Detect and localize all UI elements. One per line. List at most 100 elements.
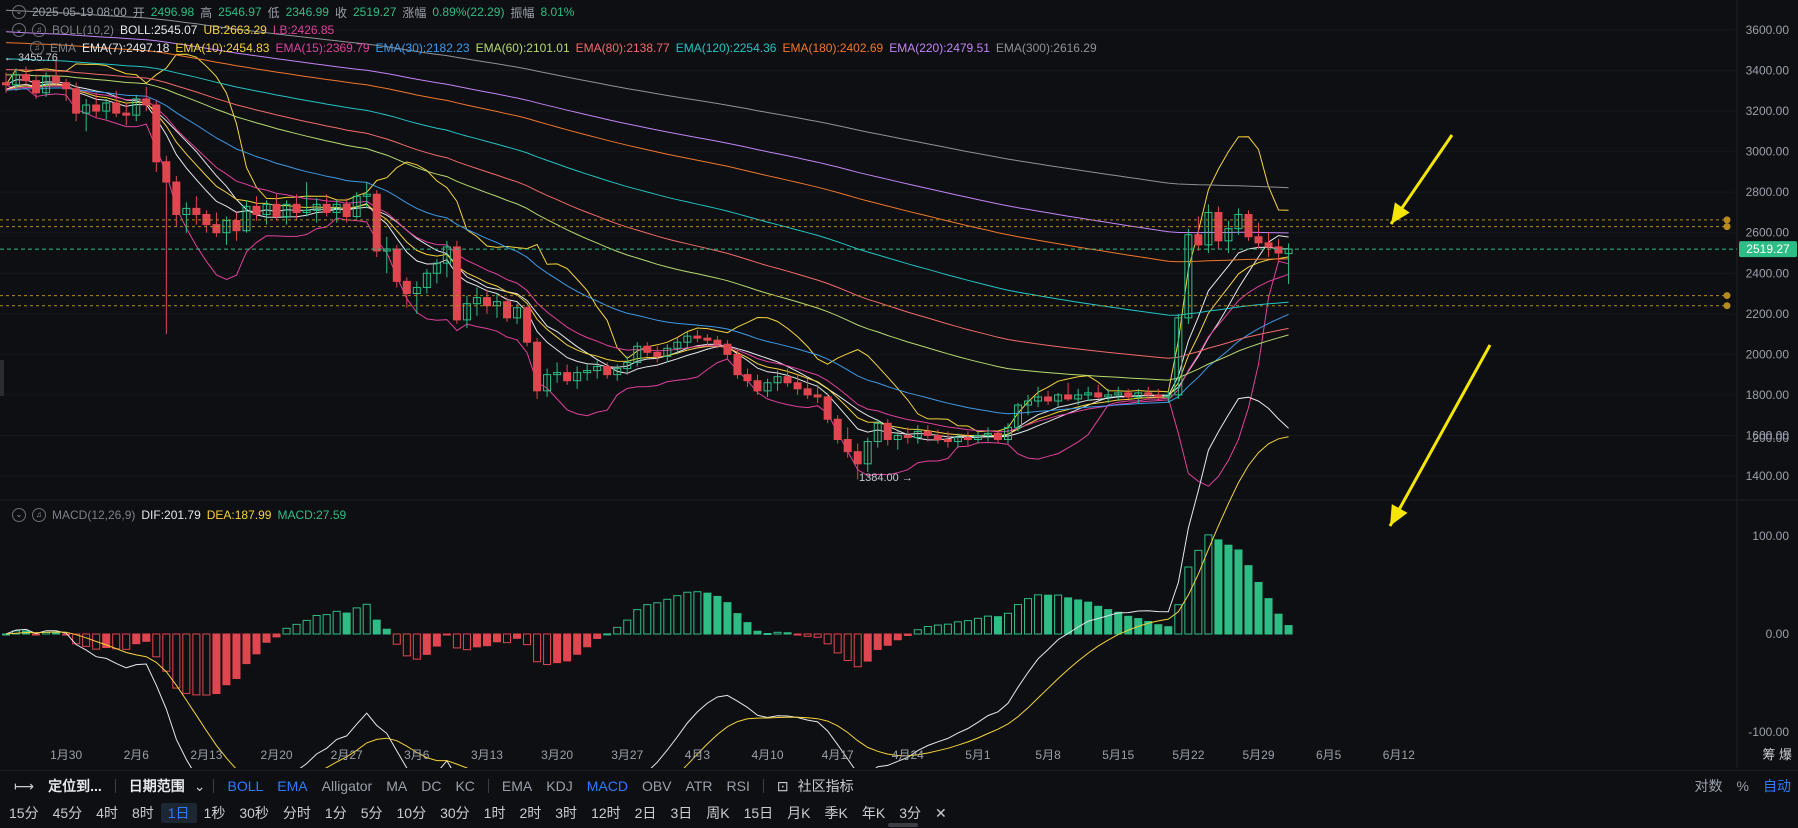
interval-button[interactable]: 月K [780,803,817,823]
macd-histogram-bar [763,633,772,636]
indicator-kc[interactable]: KC [448,778,481,794]
price-tick-label: 2600.00 [1746,226,1790,240]
interval-button[interactable]: 45分 [46,803,90,823]
macd-histogram-bar [262,633,271,643]
interval-button[interactable]: 5分 [354,803,390,823]
interval-button[interactable]: 周K [699,803,736,823]
sub-indicator-rsi[interactable]: RSI [720,778,757,794]
interval-button[interactable]: 1时 [477,803,513,823]
candle-body [813,394,822,398]
ema-legend-item: EMA(15):2369.79 [275,41,370,55]
close-icon[interactable]: ✕ [928,805,954,822]
macd-name[interactable]: MACD(12,26,9) [52,508,135,522]
left-drag-handle[interactable] [0,360,4,396]
bell-icon[interactable]: ♫ [30,41,44,55]
macd-histogram-bar [683,591,692,635]
macd-histogram-bar [733,613,742,635]
interval-button[interactable]: 30分 [433,803,477,823]
interval-button[interactable]: 3分 [892,803,928,823]
interval-button[interactable]: 1日 [160,803,197,823]
interval-button[interactable]: 4时 [89,803,125,823]
macd-histogram-bar [1244,565,1253,635]
macd-histogram-bar [1284,625,1293,635]
candle-body [342,203,351,218]
indicator-ma[interactable]: MA [379,778,414,794]
interval-button[interactable]: 15日 [737,803,781,823]
chevron-down-icon[interactable]: ⌄ [12,23,26,37]
macd-histogram-bar [553,633,562,664]
scale-option[interactable]: 对数 [1688,776,1730,796]
macd-histogram-bar [1184,566,1193,635]
indicator-dc[interactable]: DC [414,778,448,794]
interval-button[interactable]: 3时 [548,803,584,823]
candle-body [693,335,702,339]
kline-chart[interactable]: 3600.00 3400.00 3200.00 3000.00 2800.00 2600.… [0,0,1798,768]
candle-body [823,396,832,420]
ema-legend-item: EMA(10):2454.83 [175,41,270,55]
corner-label[interactable]: 筹 爆 [1762,747,1792,762]
sub-indicator-kdj[interactable]: KDJ [539,778,579,794]
ema-name[interactable]: EMA [50,41,76,55]
alert-marker[interactable] [1723,223,1731,231]
interval-button[interactable]: 3日 [663,803,699,823]
macd-histogram-bar [633,609,642,635]
ema-row: ♫ EMA EMA(7):2497.18 EMA(10):2454.83 EMA(1… [30,40,1097,56]
interval-button[interactable]: 12时 [584,803,628,823]
interval-button[interactable]: 分时 [276,803,318,823]
sub-indicator-macd[interactable]: MACD [580,778,635,794]
locate-icon[interactable]: ⟼ [0,778,41,795]
interval-button[interactable]: 2时 [512,803,548,823]
candle-body [933,434,942,441]
sub-indicator-atr[interactable]: ATR [679,778,720,794]
alert-marker[interactable] [1723,216,1731,224]
scale-option[interactable]: % [1730,778,1756,794]
indicator-ema[interactable]: EMA [270,778,314,794]
community-indicators-button[interactable]: 社区指标 [791,776,861,796]
macd-histogram-bar [833,633,842,654]
ema-legend-item: EMA(120):2254.36 [675,41,777,55]
interval-button[interactable]: 15分 [2,803,46,823]
scrollbar[interactable] [888,823,918,827]
price-tick-label: 2000.00 [1746,347,1790,361]
scale-option[interactable]: 自动 [1756,776,1798,796]
boll-name[interactable]: BOLL(10,2) [52,23,114,37]
divider [213,779,215,793]
interval-button[interactable]: 1秒 [197,803,233,823]
macd-histogram-bar [973,617,982,635]
indicator-alligator[interactable]: Alligator [315,778,380,794]
candle-body [643,345,652,353]
alert-marker[interactable] [1723,292,1731,300]
locate-button[interactable]: 定位到... [41,776,109,796]
interval-button[interactable]: 30秒 [232,803,276,823]
indicator-boll[interactable]: BOLL [220,778,270,794]
interval-button[interactable]: 1分 [318,803,354,823]
sub-indicator-obv[interactable]: OBV [635,778,679,794]
current-price-label: 2519.27 [1746,242,1790,256]
macd-histogram-bar [342,612,351,635]
interval-button[interactable]: 2日 [628,803,664,823]
interval-button[interactable]: 10分 [390,803,434,823]
candle-body [162,161,171,183]
interval-button[interactable]: 季K [818,803,855,823]
bell-icon[interactable]: ♫ [32,508,46,522]
macd-histogram-bar [412,633,421,660]
date-range-button[interactable]: 日期范围 [122,776,192,796]
divider [114,779,116,793]
chevron-down-icon[interactable]: ⌄ [12,508,26,522]
bell-icon[interactable]: ♫ [32,23,46,37]
chevron-down-icon[interactable]: ⌄ [12,5,26,19]
chevron-down-icon[interactable]: ⌄ [192,778,208,795]
interval-button[interactable]: 年K [855,803,892,823]
macd-histogram-bar [282,627,291,635]
price-axis: 3600.00 3400.00 3200.00 3000.00 2800.00 2600.… [1746,23,1790,739]
chart-area[interactable]: 3600.00 3400.00 3200.00 3000.00 2800.00 2600.… [0,0,1798,768]
alert-marker[interactable] [1723,302,1731,310]
divider [487,779,489,793]
main-indicator-group: BOLL EMA Alligator MA DC KC [220,778,481,794]
macd-histogram-bar [1104,609,1113,635]
macd-histogram-bar [1234,549,1243,635]
sub-indicator-ema[interactable]: EMA [495,778,539,794]
interval-button[interactable]: 8时 [125,803,161,823]
change-value: 0.89%(22.29) [432,5,505,19]
community-icon[interactable]: ⊡ [770,778,791,795]
